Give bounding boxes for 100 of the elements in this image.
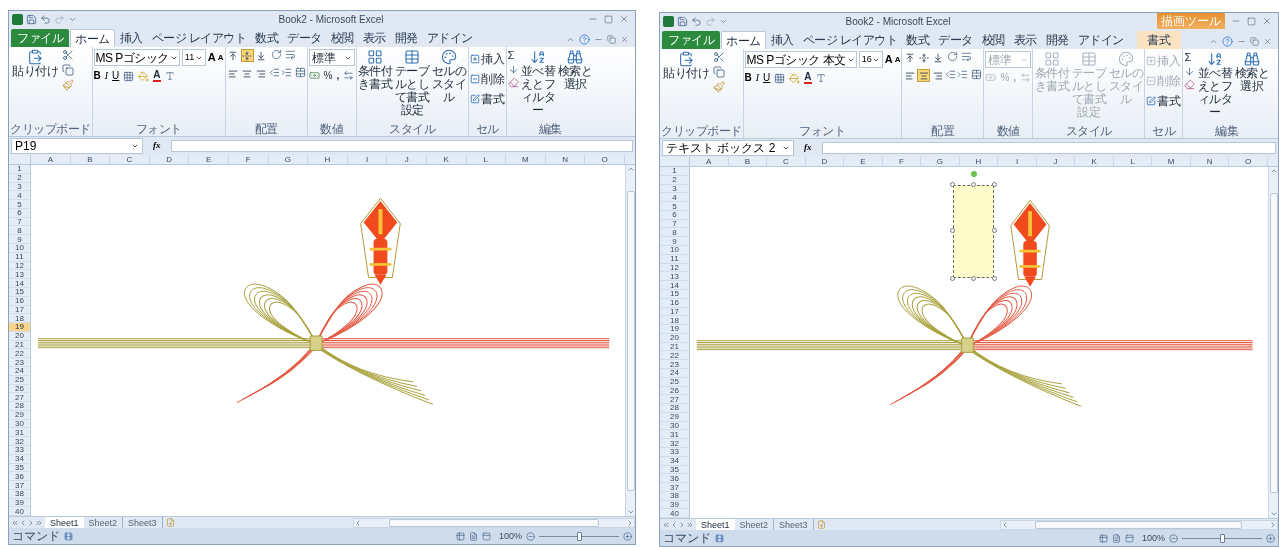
row-header[interactable]: 26: [9, 384, 30, 394]
resize-handle-icon[interactable]: [950, 228, 955, 234]
column-header[interactable]: E: [860, 157, 866, 166]
insert-icon[interactable]: [469, 54, 480, 64]
indent-decrease-icon[interactable]: [268, 67, 280, 78]
eraser-icon[interactable]: [507, 77, 519, 88]
text-icon[interactable]: [815, 73, 826, 83]
collapse-ribbon-icon[interactable]: [1209, 37, 1218, 46]
ribbon-tab[interactable]: 挿入: [766, 31, 798, 49]
row-header[interactable]: 6: [9, 208, 30, 218]
column-header[interactable]: N: [1206, 157, 1213, 166]
row-header[interactable]: 12: [660, 263, 689, 273]
number-format-field[interactable]: 標準: [308, 49, 355, 66]
row-header[interactable]: 24: [9, 366, 30, 376]
align-button[interactable]: [240, 49, 254, 62]
row-header[interactable]: 32: [9, 437, 30, 446]
grow-font-button[interactable]: A: [884, 54, 893, 65]
row-header[interactable]: 37: [660, 483, 689, 492]
wrap-text-icon[interactable]: [961, 51, 973, 62]
sort-filter-icon[interactable]: [1206, 51, 1223, 67]
rotation-handle-icon[interactable]: [970, 170, 977, 177]
row-header[interactable]: 26: [660, 386, 689, 396]
table-format-button[interactable]: テーブルとして書式設定: [394, 49, 430, 117]
row-header[interactable]: 14: [9, 279, 30, 288]
page-break-icon[interactable]: [481, 531, 491, 541]
ribbon-tab[interactable]: 校閲: [326, 29, 358, 47]
row-header[interactable]: 31: [660, 430, 689, 440]
horizontal-scrollbar[interactable]: [999, 519, 1278, 530]
fill-down-icon[interactable]: [1184, 66, 1196, 77]
indent-decrease-icon[interactable]: [945, 69, 957, 80]
normal-view-icon[interactable]: [1098, 533, 1108, 543]
align-button[interactable]: [254, 67, 268, 80]
column-header[interactable]: I: [365, 155, 369, 164]
close-icon[interactable]: [1262, 16, 1272, 26]
save-icon[interactable]: [677, 15, 688, 27]
ribbon-tab[interactable]: 数式: [902, 31, 934, 49]
excel-logo-icon[interactable]: [12, 13, 23, 25]
align-button[interactable]: [226, 67, 240, 80]
zoom-level[interactable]: 100%: [498, 530, 522, 542]
sheet-nav-icon[interactable]: [11, 518, 19, 527]
row-header[interactable]: 2: [9, 173, 30, 183]
row-header[interactable]: 36: [9, 472, 30, 482]
row-header[interactable]: 20: [660, 333, 689, 343]
sort-filter-button[interactable]: 並べ替えとフィルター: [520, 49, 556, 117]
find-select-icon[interactable]: [567, 49, 584, 65]
percent-button[interactable]: %: [323, 70, 333, 81]
ribbon-tab[interactable]: 開発: [390, 29, 422, 47]
font-size-field[interactable]: 11: [181, 49, 206, 66]
row-header[interactable]: 23: [660, 360, 689, 369]
align-button[interactable]: [931, 69, 945, 82]
zoom-out-icon[interactable]: [1169, 533, 1178, 543]
column-header[interactable]: D: [821, 157, 828, 166]
merge-icon[interactable]: [971, 69, 983, 80]
column-header[interactable]: O: [1245, 157, 1252, 166]
row-header[interactable]: 14: [660, 281, 689, 290]
row-header[interactable]: 22: [660, 351, 689, 361]
column-header[interactable]: F: [245, 155, 251, 164]
excel-logo-icon[interactable]: [663, 15, 674, 27]
zoom-slider[interactable]: [1182, 533, 1262, 543]
sum-button[interactable]: Σ: [1184, 51, 1192, 64]
scissors-icon[interactable]: [713, 51, 725, 63]
column-header[interactable]: C: [126, 155, 133, 164]
ribbon-tab[interactable]: ページ レイアウト: [798, 31, 902, 49]
caret-icon[interactable]: [131, 142, 139, 150]
page-layout-icon[interactable]: [1111, 533, 1121, 543]
row-header[interactable]: 4: [9, 191, 30, 201]
zoom-out-icon[interactable]: [526, 531, 535, 541]
row-header[interactable]: 19: [9, 323, 30, 332]
row-header[interactable]: 20: [9, 331, 30, 341]
vertical-scrollbar[interactable]: [1268, 167, 1278, 518]
ribbon-tab[interactable]: ホーム: [721, 31, 766, 49]
align-button[interactable]: [917, 51, 931, 64]
save-icon[interactable]: [26, 13, 37, 25]
undo-icon[interactable]: [40, 13, 51, 25]
column-header[interactable]: K: [443, 155, 449, 164]
column-header[interactable]: B: [744, 157, 750, 166]
font-color-button[interactable]: A: [804, 72, 812, 84]
row-header[interactable]: 19: [660, 325, 689, 334]
close-icon[interactable]: [1263, 37, 1272, 46]
row-header[interactable]: 17: [660, 307, 689, 317]
delete-icon[interactable]: [469, 74, 480, 84]
bold-button[interactable]: B: [93, 71, 101, 81]
scissors-icon[interactable]: [62, 49, 74, 61]
redo-icon[interactable]: [54, 13, 65, 25]
align-button[interactable]: [240, 67, 254, 80]
row-header[interactable]: 16: [9, 296, 30, 306]
scroll-up-icon[interactable]: [626, 165, 635, 173]
column-header[interactable]: O: [601, 155, 608, 164]
row-header[interactable]: 30: [9, 419, 30, 429]
bold-button[interactable]: B: [744, 73, 752, 83]
resize-handle-icon[interactable]: [970, 275, 976, 281]
row-header[interactable]: 38: [9, 489, 30, 499]
collapse-ribbon-icon[interactable]: [566, 35, 575, 44]
fill-bucket-icon[interactable]: [789, 72, 801, 84]
column-header[interactable]: M: [522, 155, 529, 164]
cells-button[interactable]: 書式: [469, 89, 505, 109]
cell-style-button[interactable]: セルのスタイル: [431, 49, 467, 104]
shrink-font-button[interactable]: A: [894, 55, 901, 64]
border-icon[interactable]: [123, 70, 135, 82]
file-tab[interactable]: ファイル: [11, 29, 69, 47]
